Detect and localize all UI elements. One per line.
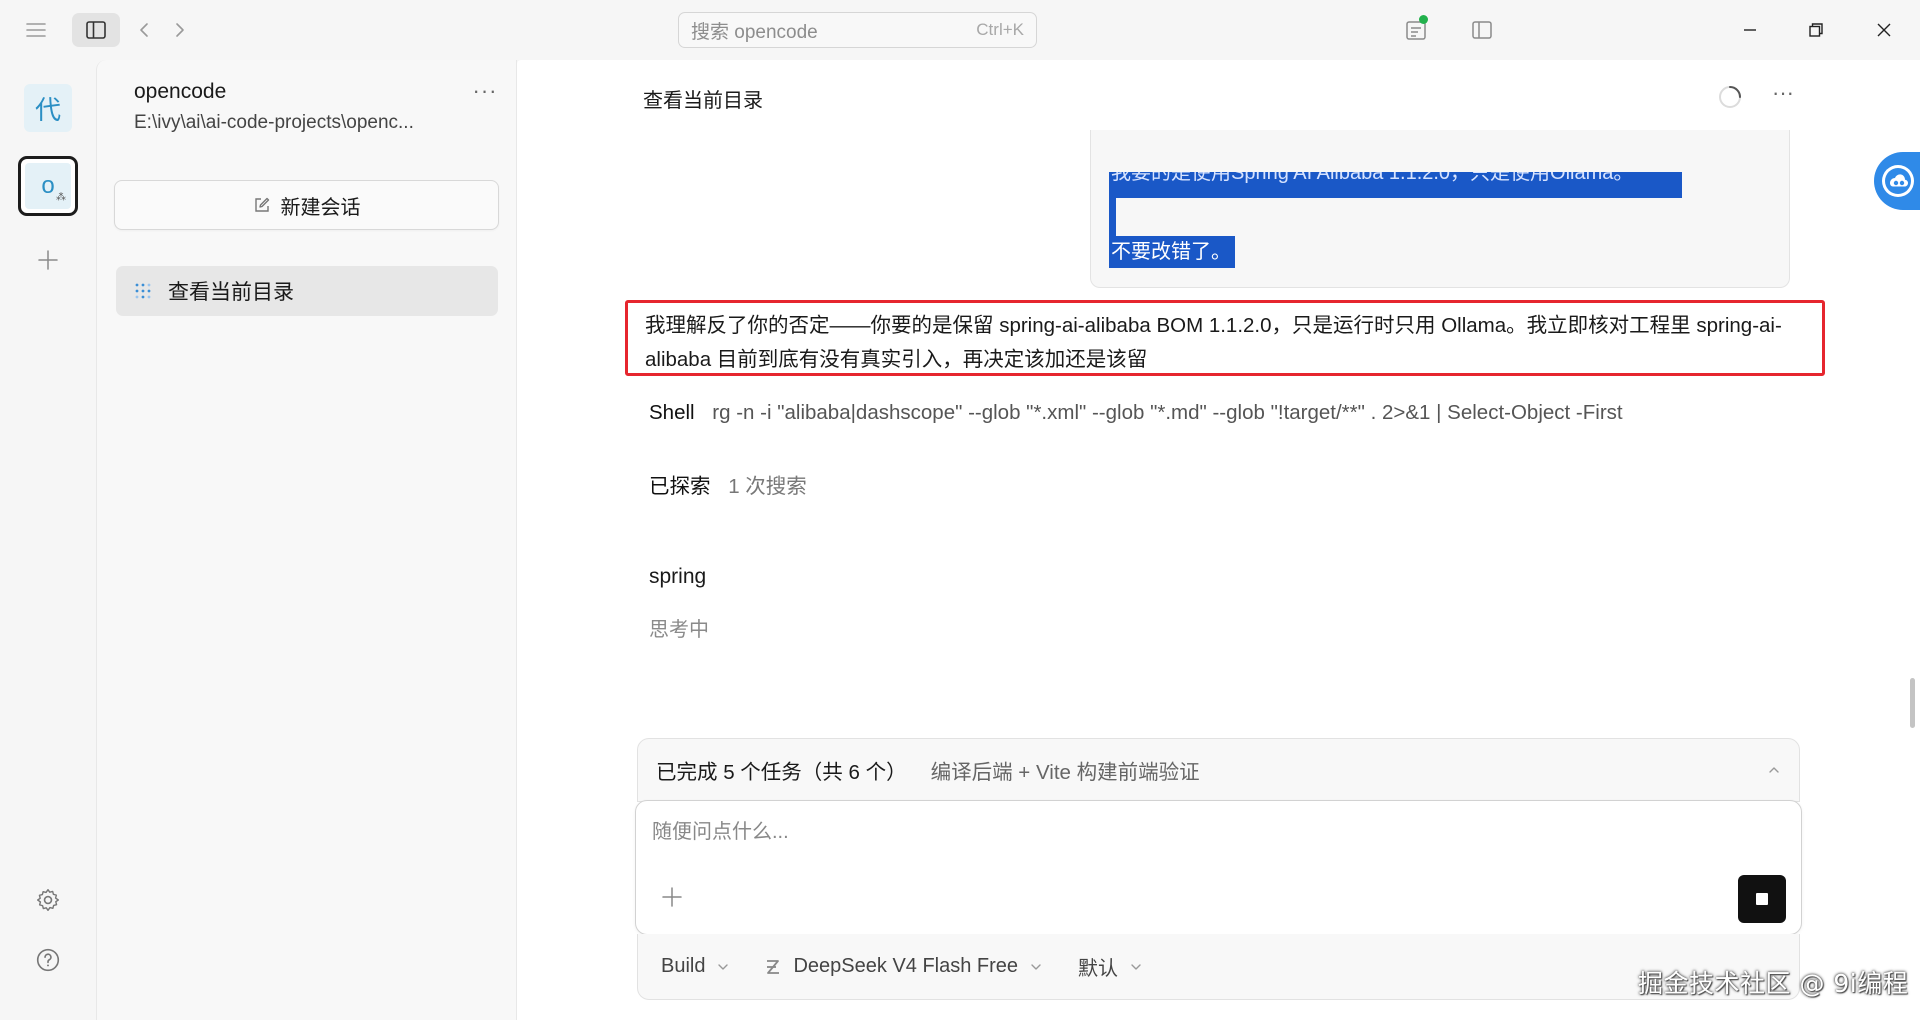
variant-label: 默认	[1078, 958, 1119, 980]
project-more-button[interactable]: ···	[467, 78, 503, 106]
shell-command: rg -n -i "alibaba|dashscope" --glob "*.x…	[712, 401, 1623, 424]
project-name: opencode	[134, 80, 227, 103]
stop-icon	[1756, 893, 1768, 905]
session-dots-icon	[134, 282, 152, 300]
model-label: DeepSeek V4 Flash Free	[793, 955, 1019, 977]
chevron-down-icon	[717, 963, 729, 971]
tasks-done: 已完成 5 个任务（共 6 个）	[656, 761, 907, 784]
active-project-label: o	[41, 172, 55, 199]
stop-button[interactable]	[1738, 875, 1786, 923]
chat-more-button[interactable]: ···	[1763, 80, 1803, 108]
gear-icon[interactable]	[30, 882, 66, 918]
streaming-text: spring	[649, 565, 707, 588]
search-bar[interactable]: 搜索 opencode Ctrl+K	[678, 12, 1037, 48]
edit-icon	[253, 196, 271, 214]
tasks-summary[interactable]: 已完成 5 个任务（共 6 个） 编译后端 + Vite 构建前端验证	[637, 738, 1800, 802]
active-project-tile[interactable]: o ⁂	[18, 156, 78, 216]
add-project-button[interactable]	[30, 242, 66, 278]
project-tile[interactable]: 代	[24, 84, 72, 132]
chevron-right-icon[interactable]	[166, 14, 194, 46]
user-message-line: 不要改错了。	[1109, 236, 1235, 268]
explore-label: 已探索	[649, 475, 711, 498]
chevron-down-icon	[1030, 963, 1042, 971]
session-item-label: 查看当前目录	[168, 281, 294, 304]
composer-options: Build DeepSeek V4 Flash Free 默认	[637, 934, 1800, 1000]
watermark: 掘金技术社区 @ 9i编程	[1638, 969, 1909, 998]
explore-count: 1 次搜索	[728, 475, 807, 498]
project-tile-label: 代	[34, 95, 61, 126]
user-message-line: 我要的是使用Spring AI Alibaba 1.1.2.0，只是使用Olla…	[1109, 172, 1682, 198]
title-bar: 搜索 opencode Ctrl+K	[0, 0, 1920, 60]
shell-tool-call[interactable]: Shell rg -n -i "alibaba|dashscope" --glo…	[649, 401, 1623, 425]
status-online-dot	[1419, 15, 1428, 24]
variant-select[interactable]: 默认	[1078, 952, 1142, 981]
cloud-badge-icon[interactable]	[1874, 152, 1920, 210]
sidebar-toggle-icon[interactable]	[72, 13, 120, 47]
project-badge-icon: ⁂	[56, 192, 66, 203]
chevron-up-icon[interactable]	[1767, 765, 1781, 775]
right-panel-icon[interactable]	[1464, 12, 1500, 48]
agent-select[interactable]: Build	[661, 955, 729, 978]
restore-icon[interactable]	[1796, 12, 1836, 48]
session-sidebar: opencode E:\ivy\ai\ai-code-projects\open…	[96, 60, 517, 1020]
menu-icon[interactable]	[18, 14, 54, 46]
chevron-down-icon	[1130, 963, 1142, 971]
chevron-left-icon[interactable]	[130, 14, 158, 46]
session-item[interactable]: 查看当前目录	[116, 266, 498, 316]
project-rail: 代 o ⁂	[0, 60, 96, 1020]
model-select[interactable]: DeepSeek V4 Flash Free	[765, 955, 1042, 978]
loading-spinner-icon	[1717, 84, 1743, 110]
help-icon[interactable]	[30, 942, 66, 978]
chat-main: 查看当前目录 ··· 我要的是使用Spring AI Alibaba 1.1.2…	[517, 60, 1920, 1020]
new-session-button[interactable]: 新建会话	[114, 180, 499, 230]
project-path: E:\ivy\ai\ai-code-projects\openc...	[134, 112, 414, 133]
minimize-icon[interactable]	[1730, 12, 1770, 48]
tasks-current: 编译后端 + Vite 构建前端验证	[930, 761, 1200, 784]
attach-button[interactable]	[656, 881, 688, 913]
model-icon	[765, 958, 781, 976]
search-shortcut: Ctrl+K	[976, 20, 1024, 39]
thinking-status: 思考中	[649, 619, 709, 641]
search-placeholder: 搜索 opencode	[691, 21, 818, 43]
page-title: 查看当前目录	[643, 90, 763, 112]
close-icon[interactable]	[1864, 12, 1904, 48]
user-message: 我要的是使用Spring AI Alibaba 1.1.2.0，只是使用Olla…	[1090, 130, 1790, 288]
explore-tool-call[interactable]: 已探索 1 次搜索	[649, 469, 807, 499]
message-composer	[635, 800, 1802, 935]
scrollbar[interactable]	[1910, 678, 1915, 728]
message-input[interactable]	[652, 815, 1752, 849]
server-status-icon[interactable]	[1398, 12, 1434, 48]
agent-label: Build	[661, 955, 706, 977]
assistant-message: 我理解反了你的否定——你要的是保留 spring-ai-alibaba BOM …	[625, 300, 1825, 376]
shell-label: Shell	[649, 401, 695, 424]
new-session-label: 新建会话	[280, 196, 361, 219]
